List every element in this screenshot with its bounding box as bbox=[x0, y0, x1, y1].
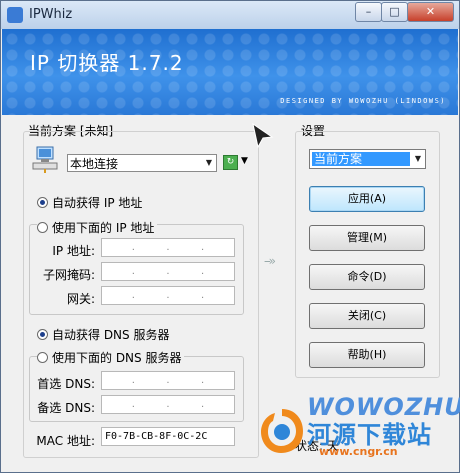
banner-credit: DESIGNED BY WOWOZHU (LINDOWS) bbox=[280, 97, 446, 105]
manage-button[interactable]: 管理(M) bbox=[309, 225, 425, 251]
apply-button[interactable]: 应用(A) bbox=[309, 186, 425, 212]
watermark-url: www.cngr.cn bbox=[319, 445, 398, 458]
help-button[interactable]: 帮助(H) bbox=[309, 342, 425, 368]
app-icon bbox=[7, 7, 23, 23]
close-window-button[interactable]: ✕ bbox=[407, 2, 454, 22]
minimize-button[interactable]: – bbox=[355, 2, 382, 22]
site-logo-icon bbox=[261, 409, 303, 453]
scheme-group bbox=[23, 131, 259, 458]
scheme-select-value: 当前方案 bbox=[312, 152, 410, 166]
close-button[interactable]: 关闭(C) bbox=[309, 303, 425, 329]
window-title: IPWhiz bbox=[29, 7, 73, 22]
arrow-divider: --» bbox=[264, 254, 276, 268]
header-banner: IP 切换器 1.7.2 DESIGNED BY WOWOZHU (LINDOW… bbox=[2, 29, 458, 115]
mouse-cursor-icon bbox=[252, 123, 274, 149]
main-window: IPWhiz – □ ✕ IP 切换器 1.7.2 DESIGNED BY WO… bbox=[0, 0, 460, 473]
chevron-down-icon: ▼ bbox=[414, 154, 422, 163]
banner-title: IP 切换器 1.7.2 bbox=[30, 51, 184, 75]
maximize-button[interactable]: □ bbox=[381, 2, 408, 22]
title-bar[interactable]: IPWhiz – □ ✕ bbox=[1, 1, 459, 29]
command-button[interactable]: 命令(D) bbox=[309, 264, 425, 290]
mac-label: MAC 地址: bbox=[36, 434, 95, 448]
mac-address-field[interactable]: F0-7B-CB-8F-0C-2C bbox=[101, 427, 235, 446]
scheme-select[interactable]: 当前方案 ▼ bbox=[309, 149, 426, 169]
